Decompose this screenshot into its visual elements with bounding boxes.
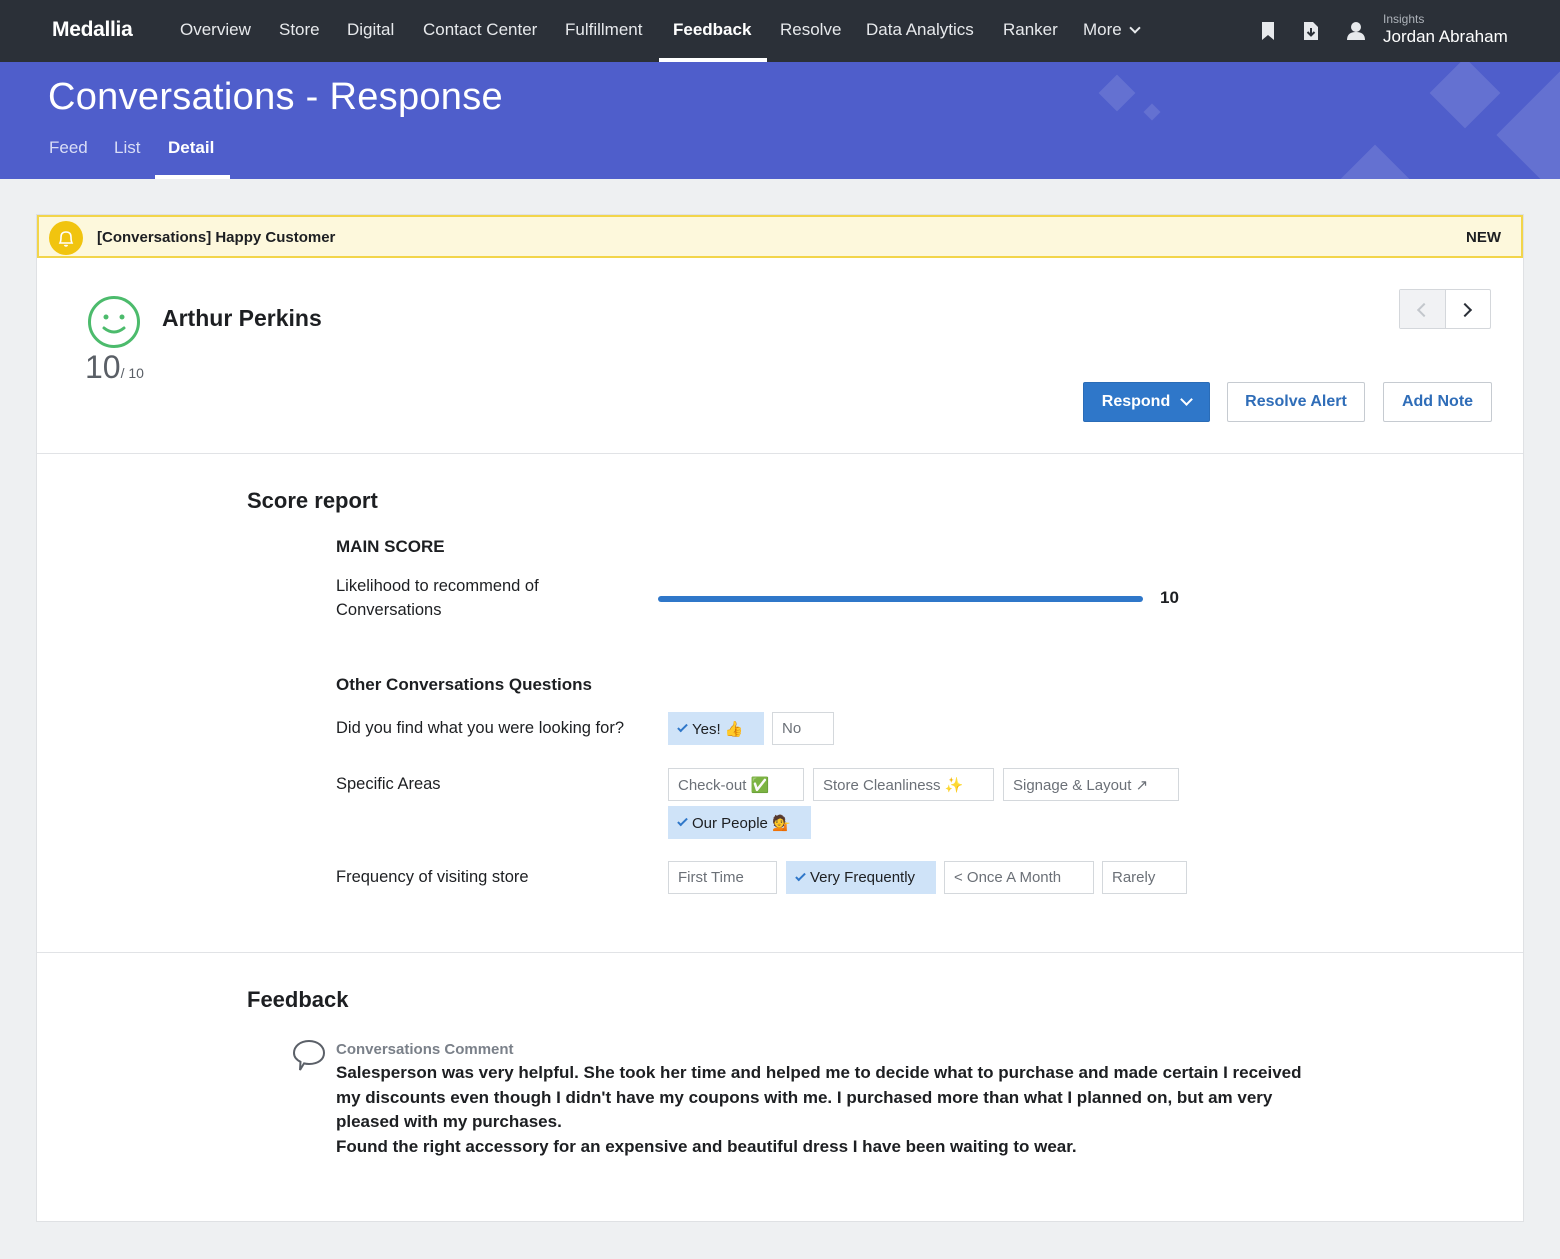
next-button[interactable]	[1446, 290, 1491, 328]
banner-decoration	[1098, 74, 1136, 112]
option-label: Signage & Layout ↗	[1013, 776, 1149, 794]
chevron-down-icon	[1180, 392, 1194, 406]
option-label: Store Cleanliness ✨	[823, 776, 964, 794]
option-chip[interactable]: First Time	[668, 861, 777, 894]
other-questions-heading: Other Conversations Questions	[336, 675, 592, 694]
option-label: Very Frequently	[810, 869, 916, 886]
option-chip[interactable]: Store Cleanliness ✨	[813, 768, 994, 801]
nav-more-label: More	[1083, 20, 1122, 39]
comment-text: Salesperson was very helpful. She took h…	[336, 1063, 1302, 1156]
score-value: 10	[85, 349, 121, 385]
response-detail-card: [Conversations] Happy Customer NEW 10/ 1…	[36, 214, 1524, 1222]
question-label: Did you find what you were looking for?	[336, 719, 624, 737]
option-label: Rarely	[1112, 869, 1156, 886]
respondent-name: Arthur Perkins	[162, 305, 322, 331]
tab-detail[interactable]: Detail	[168, 138, 214, 158]
option-label: Check-out ✅	[678, 776, 770, 794]
nav-item-data-analytics[interactable]: Data Analytics	[866, 20, 974, 40]
option-chip[interactable]: No	[772, 712, 834, 745]
section-divider	[37, 453, 1523, 454]
chevron-down-icon	[1129, 22, 1141, 34]
option-label: No	[782, 720, 802, 737]
alert-bar: [Conversations] Happy Customer NEW	[37, 215, 1523, 258]
main-score-heading: MAIN SCORE	[336, 537, 445, 556]
question-label: Frequency of visiting store	[336, 868, 529, 886]
option-chip[interactable]: Rarely	[1102, 861, 1187, 894]
check-icon	[677, 721, 688, 732]
smiley-icon	[88, 296, 140, 348]
alert-title: [Conversations] Happy Customer	[97, 229, 336, 246]
nav-item-feedback[interactable]: Feedback	[673, 20, 751, 40]
download-icon[interactable]	[1300, 20, 1322, 42]
nav-more-menu[interactable]: More	[1083, 20, 1141, 40]
question-label: Specific Areas	[336, 775, 441, 793]
option-chip[interactable]: Very Frequently	[786, 861, 936, 894]
page-title: Conversations - Response	[48, 76, 503, 118]
check-icon	[677, 815, 688, 826]
feedback-title: Feedback	[247, 987, 349, 1012]
previous-button[interactable]	[1400, 290, 1446, 328]
user-name[interactable]: Jordan Abraham	[1383, 27, 1508, 47]
alert-status-badge: NEW	[1466, 229, 1501, 246]
tab-feed[interactable]: Feed	[49, 138, 88, 158]
main-score-bar	[658, 596, 1143, 602]
bookmark-icon[interactable]	[1257, 20, 1279, 42]
main-score-value: 10	[1160, 588, 1179, 607]
add-note-button[interactable]: Add Note	[1383, 382, 1492, 422]
resolve-alert-button[interactable]: Resolve Alert	[1227, 382, 1365, 422]
brand-logo[interactable]: Medallia	[52, 18, 133, 42]
nav-item-fulfillment[interactable]: Fulfillment	[565, 20, 642, 40]
check-icon	[795, 870, 806, 881]
user-icon[interactable]	[1345, 20, 1367, 42]
nav-item-overview[interactable]: Overview	[180, 20, 251, 40]
option-label: < Once A Month	[954, 869, 1062, 886]
bell-icon	[49, 221, 83, 255]
tab-list[interactable]: List	[114, 138, 140, 158]
section-divider	[37, 952, 1523, 953]
banner-decoration	[1143, 103, 1161, 121]
nav-item-contact-center[interactable]: Contact Center	[423, 20, 537, 40]
score-report-title: Score report	[247, 488, 378, 513]
chevron-right-icon	[1457, 302, 1472, 318]
option-chip[interactable]: Our People 💁	[668, 806, 811, 839]
respond-button[interactable]: Respond	[1083, 382, 1210, 422]
top-nav: Medallia Overview Store Digital Contact …	[0, 0, 1560, 62]
banner-decoration	[1496, 71, 1560, 179]
score-max: / 10	[120, 365, 144, 381]
nav-item-store[interactable]: Store	[279, 20, 320, 40]
option-chip[interactable]: Yes! 👍	[668, 712, 764, 745]
option-label: Yes! 👍	[692, 720, 744, 738]
comment-icon	[292, 1039, 326, 1071]
option-chip[interactable]: < Once A Month	[944, 861, 1094, 894]
nav-item-resolve[interactable]: Resolve	[780, 20, 841, 40]
respond-label: Respond	[1101, 393, 1171, 410]
option-chip[interactable]: Signage & Layout ↗	[1003, 768, 1179, 801]
nav-item-ranker[interactable]: Ranker	[1003, 20, 1058, 40]
chevron-left-icon	[1416, 302, 1432, 318]
option-label: Our People 💁	[692, 814, 791, 832]
page-header-banner: Conversations - Response Feed List Detai…	[0, 62, 1560, 179]
main-score-question: Likelihood to recommend of Conversations	[336, 577, 539, 619]
option-chip[interactable]: Check-out ✅	[668, 768, 804, 801]
nav-item-digital[interactable]: Digital	[347, 20, 394, 40]
option-label: First Time	[678, 869, 744, 886]
respondent-score: 10/ 10	[85, 349, 144, 386]
banner-decoration	[1429, 62, 1501, 129]
active-tab-indicator	[155, 175, 230, 179]
record-pager	[1399, 289, 1491, 329]
banner-decoration	[1332, 144, 1418, 179]
user-context-label: Insights	[1383, 12, 1425, 26]
comment-label: Conversations Comment	[336, 1041, 514, 1058]
